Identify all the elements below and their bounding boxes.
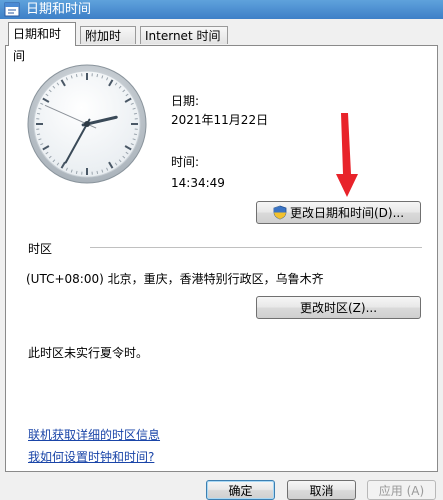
- clock-minute-tick: [96, 74, 99, 78]
- clock-center: [84, 121, 90, 127]
- tab-internet-time[interactable]: Internet 时间: [140, 26, 228, 44]
- clock-minute-tick: [75, 170, 78, 174]
- window-title: 日期和时间: [26, 2, 92, 17]
- time-value: 14:34:49: [171, 176, 225, 190]
- clock-minute-tick: [133, 112, 137, 115]
- cancel-button[interactable]: 取消: [287, 480, 356, 500]
- clock-minute-tick: [37, 112, 41, 115]
- tab-date-time[interactable]: 日期和时间: [8, 22, 76, 63]
- date-value: 2021年11月22日: [171, 113, 269, 127]
- tab-strip: 日期和时间 附加时钟 Internet 时间: [0, 22, 443, 63]
- change-date-time-button[interactable]: 更改日期和时间(D)...: [256, 201, 421, 224]
- apply-button[interactable]: 应用 (A): [367, 480, 436, 500]
- timezone-value: (UTC+08:00) 北京，重庆，香港特别行政区，乌鲁木齐: [26, 272, 324, 286]
- clock-minute-tick: [96, 170, 99, 174]
- date-label: 日期:: [171, 94, 200, 108]
- clock-minute-tick: [37, 133, 41, 136]
- analog-clock: [27, 64, 147, 184]
- clock-minute-tick: [133, 133, 137, 136]
- time-label: 时间:: [171, 155, 200, 169]
- date-time-app-icon: [4, 2, 20, 17]
- title-bar: 日期和时间: [0, 0, 443, 19]
- clock-minute-tick: [75, 74, 78, 78]
- uac-shield-icon: [273, 205, 287, 220]
- timezone-divider: [90, 247, 422, 248]
- ok-button[interactable]: 确定: [206, 480, 275, 500]
- timezone-heading: 时区: [28, 242, 53, 256]
- online-timezone-info-link[interactable]: 联机获取详细的时区信息: [28, 426, 160, 443]
- how-to-set-clock-link[interactable]: 我如何设置时钟和时间?: [28, 448, 154, 465]
- change-date-time-label: 更改日期和时间(D)...: [289, 206, 405, 220]
- tab-additional-clocks[interactable]: 附加时钟: [80, 26, 136, 61]
- change-timezone-button[interactable]: 更改时区(Z)...: [256, 296, 421, 319]
- dst-note: 此时区未实行夏令时。: [28, 346, 149, 360]
